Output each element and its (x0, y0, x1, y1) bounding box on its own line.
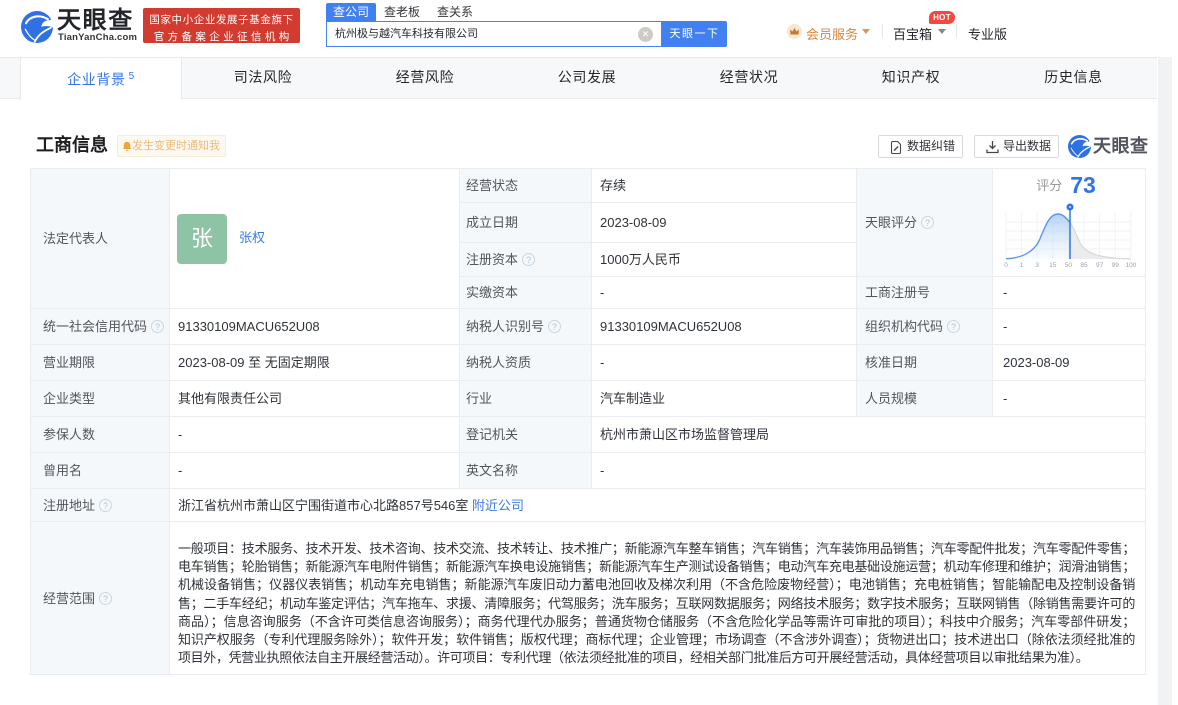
svg-text:85: 85 (1080, 262, 1088, 269)
svg-text:1: 1 (1020, 262, 1024, 269)
svg-text:50: 50 (1065, 262, 1073, 269)
svg-text:99: 99 (1112, 262, 1120, 269)
svg-text:15: 15 (1049, 262, 1057, 269)
svg-text:3: 3 (1035, 262, 1039, 269)
svg-text:0: 0 (1004, 262, 1008, 269)
svg-text:100: 100 (1126, 262, 1137, 269)
svg-text:97: 97 (1096, 262, 1104, 269)
